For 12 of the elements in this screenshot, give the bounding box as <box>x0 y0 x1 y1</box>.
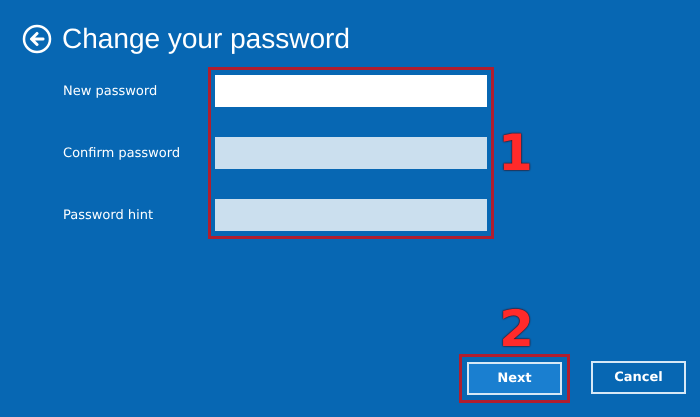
password-field[interactable] <box>215 199 487 231</box>
back-icon[interactable] <box>22 24 52 54</box>
field-label: New password <box>63 82 158 100</box>
callout-number: 1 <box>498 128 533 178</box>
field-label: Password hint <box>63 206 154 224</box>
password-field[interactable] <box>215 137 487 169</box>
field-label: Confirm password <box>63 144 182 162</box>
password-field[interactable] <box>215 75 487 107</box>
page-title: Change your password <box>62 23 350 55</box>
cancel-button[interactable]: Cancel <box>591 361 686 394</box>
next-button[interactable]: Next <box>467 362 562 395</box>
callout-number: 2 <box>499 304 534 354</box>
